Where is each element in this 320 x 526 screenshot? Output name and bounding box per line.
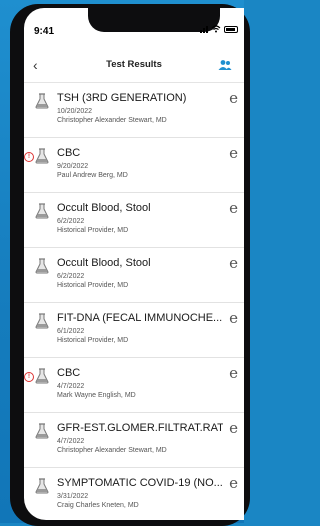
- test-provider: Paul Andrew Berg, MD: [57, 172, 128, 179]
- e-icon[interactable]: e: [229, 309, 238, 327]
- e-icon[interactable]: e: [229, 364, 238, 382]
- status-time: 9:41: [34, 26, 55, 37]
- page-title: Test Results: [106, 59, 162, 70]
- e-icon[interactable]: e: [229, 199, 238, 217]
- test-provider: Historical Provider, MD: [57, 227, 129, 234]
- e-icon[interactable]: e: [229, 419, 238, 437]
- result-row[interactable]: TSH (3RD GENERATION) 10/20/2022 Christop…: [24, 83, 244, 138]
- test-date: 4/7/2022: [57, 383, 85, 390]
- test-name: TSH (3RD GENERATION): [57, 92, 187, 104]
- test-provider: Christopher Alexander Stewart, MD: [57, 447, 167, 454]
- test-date: 10/20/2022: [57, 108, 93, 115]
- test-date: 4/7/2022: [57, 438, 85, 445]
- result-row[interactable]: FIT-DNA (FECAL IMMUNOCHE... 6/1/2022 His…: [24, 303, 244, 358]
- test-provider: Christopher Alexander Stewart, MD: [57, 117, 167, 124]
- test-name: Occult Blood, Stool: [57, 257, 151, 269]
- test-name: CBC: [57, 367, 81, 379]
- result-row[interactable]: SYMPTOMATIC COVID-19 (NO... 3/31/2022 Cr…: [24, 468, 244, 520]
- test-name: FIT-DNA (FECAL IMMUNOCHE...: [57, 312, 223, 324]
- test-provider: Craig Charles Kneten, MD: [57, 502, 139, 509]
- e-icon[interactable]: e: [229, 89, 238, 107]
- flask-icon: [35, 148, 49, 164]
- flask-icon: [35, 203, 49, 219]
- test-provider: Historical Provider, MD: [57, 337, 129, 344]
- e-icon[interactable]: e: [229, 474, 238, 492]
- test-date: 6/2/2022: [57, 273, 85, 280]
- test-name: SYMPTOMATIC COVID-19 (NO...: [57, 477, 223, 489]
- header-bar: ‹ Test Results: [24, 48, 244, 83]
- people-icon[interactable]: [218, 59, 232, 71]
- result-row[interactable]: Occult Blood, Stool 6/2/2022 Historical …: [24, 248, 244, 303]
- flask-icon: [35, 478, 49, 494]
- wifi-icon: [211, 25, 221, 33]
- e-icon[interactable]: e: [229, 144, 238, 162]
- flask-icon: [35, 313, 49, 329]
- signal-icon: [200, 25, 208, 33]
- alert-flag-icon: !: [24, 372, 34, 382]
- test-name: Occult Blood, Stool: [57, 202, 151, 214]
- flask-icon: [35, 93, 49, 109]
- test-date: 6/1/2022: [57, 328, 85, 335]
- test-provider: Mark Wayne English, MD: [57, 392, 136, 399]
- alert-flag-icon: !: [24, 152, 34, 162]
- result-row[interactable]: GFR-EST.GLOMER.FILTRAT.RATE 4/7/2022 Chr…: [24, 413, 244, 468]
- status-icons: [200, 25, 238, 33]
- results-list: TSH (3RD GENERATION) 10/20/2022 Christop…: [24, 83, 244, 520]
- result-row[interactable]: Occult Blood, Stool 6/2/2022 Historical …: [24, 193, 244, 248]
- test-provider: Historical Provider, MD: [57, 282, 129, 289]
- test-name: GFR-EST.GLOMER.FILTRAT.RATE: [57, 422, 223, 434]
- flask-icon: [35, 423, 49, 439]
- test-name: CBC: [57, 147, 81, 159]
- flask-icon: [35, 368, 49, 384]
- app-screen: 9:41 ‹ Test Results TSH (3RD GENERATION)…: [24, 8, 244, 520]
- result-row[interactable]: ! CBC 9/20/2022 Paul Andrew Berg, MD e: [24, 138, 244, 193]
- result-row[interactable]: ! CBC 4/7/2022 Mark Wayne English, MD e: [24, 358, 244, 413]
- battery-icon: [224, 25, 238, 33]
- test-date: 3/31/2022: [57, 493, 89, 500]
- flask-icon: [35, 258, 49, 274]
- e-icon[interactable]: e: [229, 254, 238, 272]
- test-date: 6/2/2022: [57, 218, 85, 225]
- test-date: 9/20/2022: [57, 163, 89, 170]
